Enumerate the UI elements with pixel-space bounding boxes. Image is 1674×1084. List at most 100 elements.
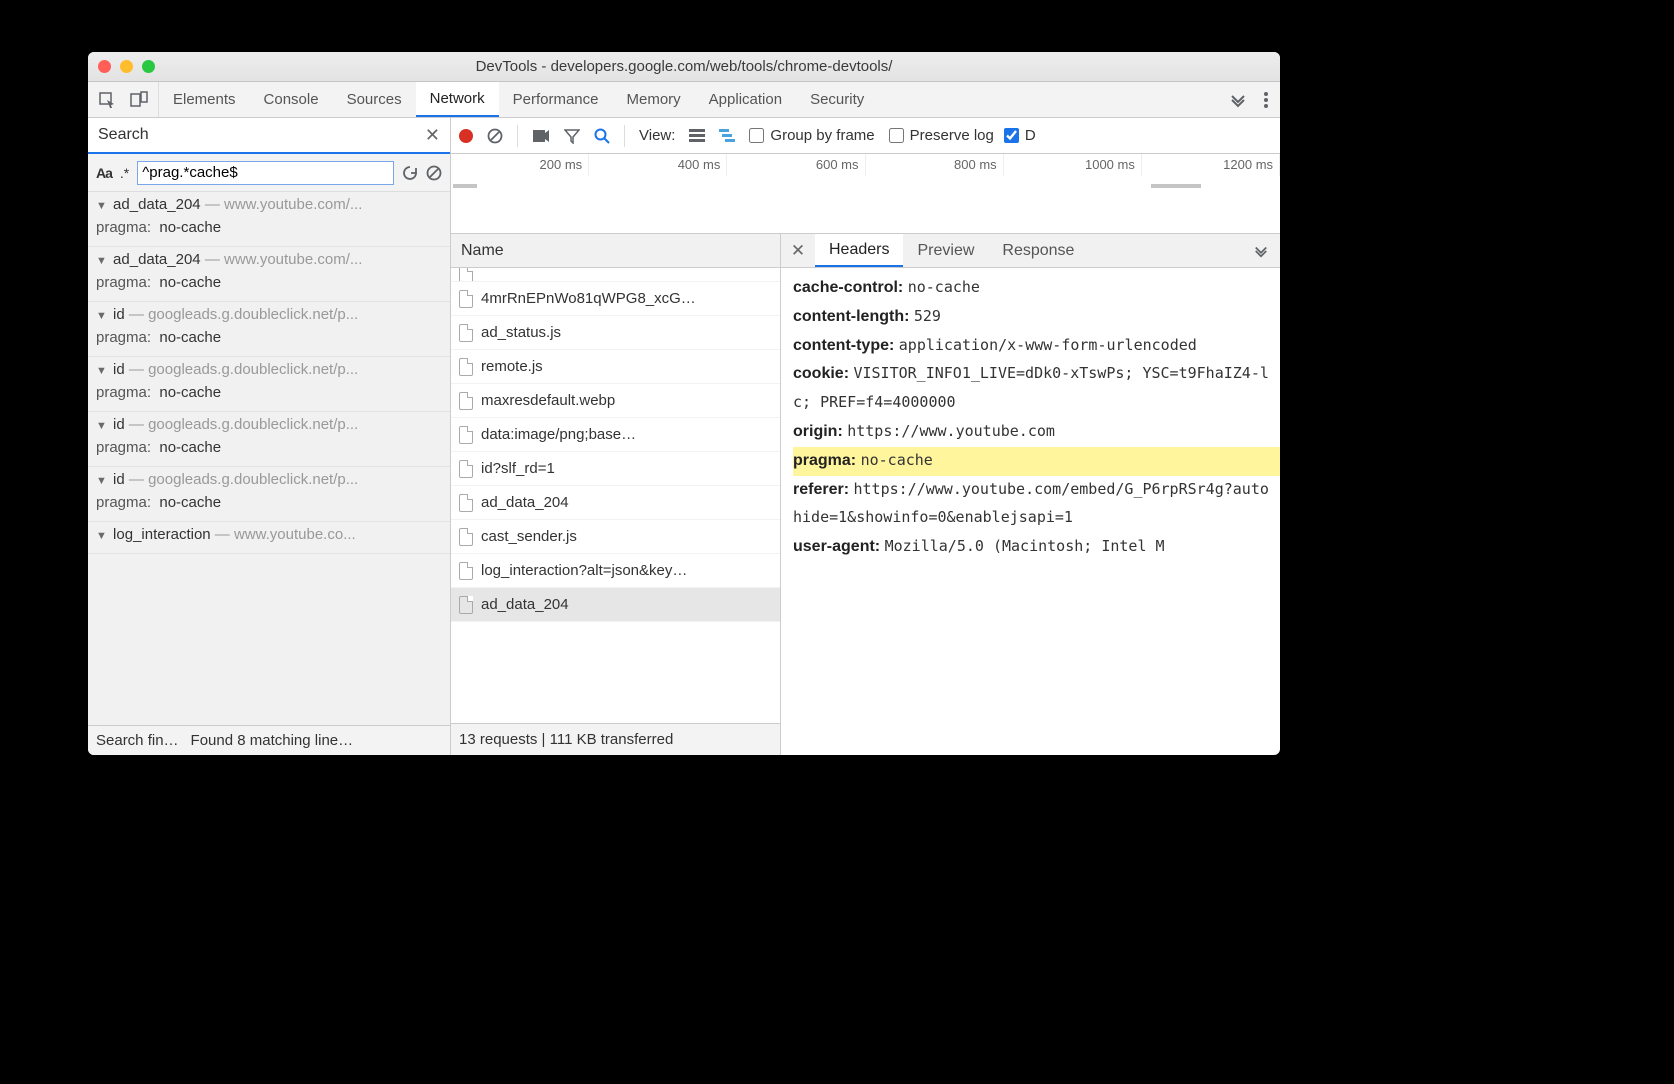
file-icon bbox=[459, 324, 473, 342]
close-window-button[interactable] bbox=[98, 60, 111, 73]
header-row[interactable]: user-agent: Mozilla/5.0 (Macintosh; Inte… bbox=[793, 533, 1280, 562]
tab-security[interactable]: Security bbox=[796, 82, 878, 117]
window-controls bbox=[98, 60, 155, 73]
more-tabs-icon[interactable] bbox=[1230, 92, 1246, 108]
minimize-window-button[interactable] bbox=[120, 60, 133, 73]
inspect-icon[interactable] bbox=[98, 91, 116, 109]
search-result-group[interactable]: ▼ ad_data_204 — www.youtube.com/...pragm… bbox=[88, 192, 450, 247]
close-search-icon[interactable]: ✕ bbox=[425, 125, 440, 146]
timeline-tick: 800 ms bbox=[866, 154, 1004, 176]
header-row[interactable]: content-length: 529 bbox=[793, 303, 1280, 332]
clear-log-icon[interactable] bbox=[487, 128, 503, 144]
timeline-tick: 1000 ms bbox=[1004, 154, 1142, 176]
file-icon bbox=[459, 358, 473, 376]
case-sensitive-toggle[interactable]: Aa bbox=[96, 165, 112, 181]
tab-elements[interactable]: Elements bbox=[159, 82, 250, 117]
refresh-icon[interactable] bbox=[402, 165, 418, 181]
tab-console[interactable]: Console bbox=[250, 82, 333, 117]
search-status-right: Found 8 matching line… bbox=[191, 732, 354, 749]
request-row[interactable] bbox=[451, 268, 780, 282]
search-result-group[interactable]: ▼ id — googleads.g.doubleclick.net/p...p… bbox=[88, 302, 450, 357]
clear-icon[interactable] bbox=[426, 165, 442, 181]
search-label: Search bbox=[98, 126, 149, 144]
file-icon bbox=[459, 494, 473, 512]
request-list: Name 4mrRnEPnWo81qWPG8_xcG…ad_status.jsr… bbox=[451, 234, 781, 755]
large-rows-icon[interactable] bbox=[689, 129, 705, 143]
name-column-header[interactable]: Name bbox=[451, 234, 780, 268]
request-row[interactable]: id?slf_rd=1 bbox=[451, 452, 780, 486]
file-icon bbox=[459, 528, 473, 546]
file-icon bbox=[459, 392, 473, 410]
file-icon bbox=[459, 426, 473, 444]
request-row[interactable]: ad_data_204 bbox=[451, 486, 780, 520]
devtools-window: DevTools - developers.google.com/web/too… bbox=[88, 52, 1280, 755]
file-icon bbox=[459, 562, 473, 580]
header-row[interactable]: referer: https://www.youtube.com/embed/G… bbox=[793, 476, 1280, 534]
panel-tab-bar: ElementsConsoleSourcesNetworkPerformance… bbox=[88, 82, 1280, 118]
header-row[interactable]: origin: https://www.youtube.com bbox=[793, 418, 1280, 447]
search-icon[interactable] bbox=[594, 128, 610, 144]
timeline-tick: 1200 ms bbox=[1142, 154, 1280, 176]
timeline-tick: 600 ms bbox=[727, 154, 865, 176]
camera-icon[interactable] bbox=[532, 129, 550, 143]
request-row[interactable]: maxresdefault.webp bbox=[451, 384, 780, 418]
tab-application[interactable]: Application bbox=[695, 82, 796, 117]
detail-tabs: ✕ HeadersPreviewResponse bbox=[781, 234, 1280, 268]
request-row[interactable]: log_interaction?alt=json&key… bbox=[451, 554, 780, 588]
maximize-window-button[interactable] bbox=[142, 60, 155, 73]
kebab-menu-icon[interactable] bbox=[1264, 92, 1268, 108]
header-row[interactable]: cookie: VISITOR_INFO1_LIVE=dDk0-xTswPs; … bbox=[793, 360, 1280, 418]
search-result-group[interactable]: ▼ ad_data_204 — www.youtube.com/...pragm… bbox=[88, 247, 450, 302]
tab-network[interactable]: Network bbox=[416, 82, 499, 117]
search-results: ▼ ad_data_204 — www.youtube.com/...pragm… bbox=[88, 192, 450, 725]
more-detail-tabs-icon[interactable] bbox=[1242, 234, 1280, 267]
file-icon bbox=[459, 460, 473, 478]
header-row[interactable]: content-type: application/x-www-form-url… bbox=[793, 332, 1280, 361]
header-row[interactable]: pragma: no-cache bbox=[793, 447, 1280, 476]
header-row[interactable]: cache-control: no-cache bbox=[793, 274, 1280, 303]
view-label: View: bbox=[639, 127, 675, 144]
request-summary: 13 requests | 111 KB transferred bbox=[451, 723, 780, 755]
tab-memory[interactable]: Memory bbox=[613, 82, 695, 117]
search-result-group[interactable]: ▼ id — googleads.g.doubleclick.net/p...p… bbox=[88, 467, 450, 522]
request-detail: ✕ HeadersPreviewResponse cache-control: … bbox=[781, 234, 1280, 755]
timeline[interactable]: 200 ms400 ms600 ms800 ms1000 ms1200 ms bbox=[451, 154, 1280, 234]
network-toolbar: View: Group by frame Preserve log D bbox=[451, 118, 1280, 154]
detail-tab-response[interactable]: Response bbox=[988, 234, 1088, 267]
request-row[interactable]: data:image/png;base… bbox=[451, 418, 780, 452]
preserve-log-checkbox[interactable]: Preserve log bbox=[889, 127, 994, 144]
search-status-bar: Search fin… Found 8 matching line… bbox=[88, 725, 450, 755]
search-controls: Aa .* bbox=[88, 154, 450, 192]
tab-performance[interactable]: Performance bbox=[499, 82, 613, 117]
request-row[interactable]: ad_data_204 bbox=[451, 588, 780, 622]
headers-content: cache-control: no-cachecontent-length: 5… bbox=[781, 268, 1280, 755]
timeline-tick: 200 ms bbox=[451, 154, 589, 176]
request-row[interactable]: cast_sender.js bbox=[451, 520, 780, 554]
titlebar: DevTools - developers.google.com/web/too… bbox=[88, 52, 1280, 82]
search-result-group[interactable]: ▼ id — googleads.g.doubleclick.net/p...p… bbox=[88, 357, 450, 412]
device-toggle-icon[interactable] bbox=[130, 91, 148, 109]
network-pane: View: Group by frame Preserve log D bbox=[451, 118, 1280, 755]
waterfall-icon[interactable] bbox=[719, 129, 735, 143]
search-input[interactable] bbox=[137, 161, 394, 185]
request-row[interactable]: 4mrRnEPnWo81qWPG8_xcG… bbox=[451, 282, 780, 316]
search-status-left: Search fin… bbox=[96, 732, 179, 749]
filter-icon[interactable] bbox=[564, 128, 580, 144]
detail-tab-preview[interactable]: Preview bbox=[903, 234, 988, 267]
regex-toggle[interactable]: .* bbox=[120, 165, 129, 181]
detail-tab-headers[interactable]: Headers bbox=[815, 234, 903, 267]
request-row[interactable]: remote.js bbox=[451, 350, 780, 384]
search-result-group[interactable]: ▼ id — googleads.g.doubleclick.net/p...p… bbox=[88, 412, 450, 467]
search-result-group[interactable]: ▼ log_interaction — www.youtube.co... bbox=[88, 522, 450, 554]
file-icon bbox=[459, 290, 473, 308]
search-pane: Search ✕ Aa .* ▼ ad_data_204 — www.youtu… bbox=[88, 118, 451, 755]
inspector-controls bbox=[88, 82, 159, 117]
window-title: DevTools - developers.google.com/web/too… bbox=[88, 58, 1280, 75]
close-detail-icon[interactable]: ✕ bbox=[781, 234, 815, 267]
request-row[interactable]: ad_status.js bbox=[451, 316, 780, 350]
record-button[interactable] bbox=[459, 129, 473, 143]
disable-cache-checkbox[interactable]: D bbox=[1004, 127, 1036, 144]
tab-sources[interactable]: Sources bbox=[333, 82, 416, 117]
group-by-frame-checkbox[interactable]: Group by frame bbox=[749, 127, 874, 144]
timeline-tick: 400 ms bbox=[589, 154, 727, 176]
